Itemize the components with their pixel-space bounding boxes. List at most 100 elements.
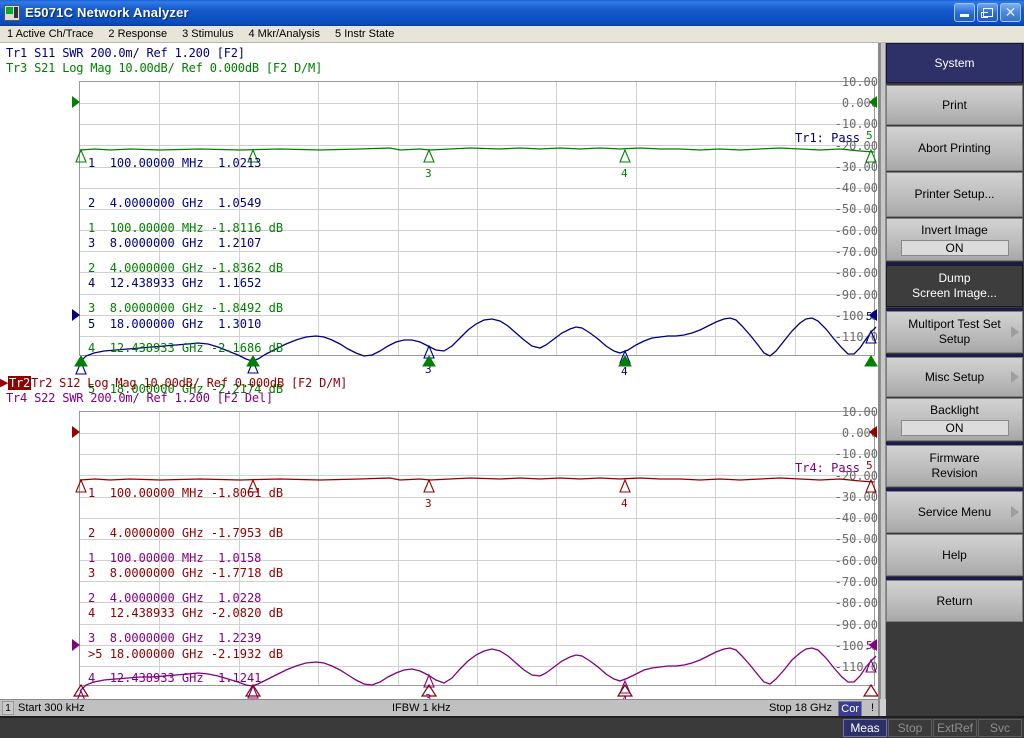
softkey-label-line1: Firmware	[929, 451, 980, 465]
bottom-button-stop[interactable]: Stop	[887, 719, 932, 737]
softkey-label-line1: Dump	[938, 271, 971, 285]
status-ifbw[interactable]: IFBW 1 kHz	[392, 702, 451, 714]
mk-f: 100.00000 MHz	[109, 220, 204, 235]
mk-n: 3	[88, 631, 96, 646]
menu-mkr-analysis[interactable]: 4 Mkr/Analysis	[241, 26, 328, 42]
mk-n: 1	[88, 155, 96, 170]
window-title: E5071C Network Analyzer	[25, 5, 189, 20]
softkey-abort-printing[interactable]: Abort Printing	[886, 126, 1023, 171]
softkey-multiport-test-set-setup[interactable]: Multiport Test Set Setup	[886, 311, 1023, 353]
menu-active-ch-trace[interactable]: 1 Active Ch/Trace	[0, 26, 101, 42]
menu-stimulus[interactable]: 3 Stimulus	[175, 26, 241, 42]
window-titlebar: E5071C Network Analyzer ✕	[0, 0, 1024, 26]
invert-image-toggle[interactable]: ON	[900, 240, 1009, 256]
mk-n: 3	[88, 301, 96, 316]
mk-f: 12.438933 GHz	[109, 671, 204, 686]
softkey-label: Misc Setup	[924, 369, 985, 384]
softkey-label-line1: Multiport Test Set	[908, 317, 1001, 331]
mk-n: 4	[88, 341, 96, 356]
window-controls: ✕	[954, 3, 1021, 22]
mk-v: 1.2239	[218, 631, 262, 646]
mk-v: -1.8116 dB	[210, 220, 284, 235]
mk-f: 12.438933 GHz	[109, 341, 204, 356]
softkey-label-line2: Screen Image...	[912, 286, 997, 300]
mk-v: 1.0158	[218, 550, 262, 565]
softkey-backlight[interactable]: Backlight ON	[886, 398, 1023, 441]
mk-f: 8.0000000 GHz	[109, 631, 204, 646]
svg-text:5: 5	[866, 310, 873, 323]
mk-n: 2	[88, 591, 96, 606]
softkey-misc-setup[interactable]: Misc Setup	[886, 357, 1023, 397]
mk-n: 1	[88, 485, 96, 500]
bottom-bar: Meas Stop ExtRef Svc	[0, 716, 1024, 738]
mk-v: -1.8492 dB	[210, 301, 284, 316]
softkey-label: Print	[942, 97, 967, 112]
softkey-label: Backlight	[930, 403, 979, 417]
softkey-invert-image[interactable]: Invert Image ON	[886, 218, 1023, 261]
svg-text:3: 3	[425, 497, 432, 510]
mk-f: 100.00000 MHz	[109, 155, 204, 170]
bottom-button-extref[interactable]: ExtRef	[932, 719, 977, 737]
softkey-return[interactable]: Return	[886, 580, 1023, 622]
backlight-toggle[interactable]: ON	[900, 420, 1009, 436]
softkey-firmware-revision[interactable]: Firmware Revision	[886, 445, 1023, 487]
status-channel[interactable]: 1	[2, 701, 14, 715]
bottom-bar-buttons: Meas Stop ExtRef Svc	[842, 719, 1022, 737]
chevron-right-icon	[1011, 506, 1019, 518]
softkey-label: Printer Setup...	[914, 187, 995, 201]
mk-v: -2.1686 dB	[210, 341, 284, 356]
svg-text:5: 5	[866, 639, 873, 652]
status-flag: !	[870, 702, 874, 714]
softkey-label-line2: Revision	[931, 466, 978, 480]
softkey-print[interactable]: Print	[886, 85, 1023, 125]
status-start-freq[interactable]: Start 300 kHz	[18, 702, 85, 714]
softkey-label: Help	[942, 547, 967, 562]
softkey-service-menu[interactable]: Service Menu	[886, 491, 1023, 533]
menubar: 1 Active Ch/Trace 2 Response 3 Stimulus …	[0, 26, 1024, 43]
mk-f: 100.00000 MHz	[109, 485, 204, 500]
softkey-panel: System Print Abort Printing Printer Setu…	[886, 43, 1024, 716]
minimize-icon[interactable]	[954, 3, 975, 22]
screen-inner: Tr1 S11 SWR 200.0m/ Ref 1.200 [F2] Tr3 S…	[0, 43, 878, 699]
bottom-button-svc[interactable]: Svc	[978, 719, 1022, 737]
status-stop-freq[interactable]: Stop 18 GHz	[769, 702, 832, 714]
mk-v: 1.0228	[218, 591, 262, 606]
mk-f: 4.0000000 GHz	[109, 591, 204, 606]
mk-f: 100.00000 MHz	[109, 550, 204, 565]
chevron-right-icon	[1011, 326, 1019, 338]
status-cor-badge[interactable]: Cor	[838, 701, 862, 717]
svg-text:5: 5	[866, 129, 873, 142]
mk-f: 8.0000000 GHz	[109, 301, 204, 316]
marker-table-tr4: 1 100.00000 MHz 1.0158 2 4.0000000 GHz 1…	[88, 525, 261, 699]
menu-response[interactable]: 2 Response	[101, 26, 175, 42]
softkey-help[interactable]: Help	[886, 534, 1023, 576]
analyzer-icon	[4, 4, 20, 21]
mk-n: 2	[88, 261, 96, 276]
pass-label-tr4: Tr4: Pass	[795, 461, 861, 475]
svg-text:3: 3	[425, 167, 432, 180]
mk-n: 4	[88, 671, 96, 686]
softkey-label: Service Menu	[917, 504, 992, 519]
svg-text:4: 4	[621, 167, 628, 180]
mk-v: 1.0213	[218, 155, 262, 170]
softkey-printer-setup[interactable]: Printer Setup...	[886, 172, 1023, 217]
softkey-label: Abort Printing	[918, 141, 991, 155]
softkey-title: System	[886, 43, 1023, 83]
channel-2-window[interactable]: ▶ Tr2Tr2 S12 Log Mag 10.00dB/ Ref 0.000d…	[0, 373, 878, 699]
instrument-area: Tr1 S11 SWR 200.0m/ Ref 1.200 [F2] Tr3 S…	[0, 43, 1024, 717]
chevron-right-icon	[1011, 371, 1019, 383]
softkey-dump-screen-image[interactable]: Dump Screen Image...	[886, 265, 1023, 307]
network-analyzer-window: E5071C Network Analyzer ✕ 1 Active Ch/Tr…	[0, 0, 1024, 738]
bottom-button-meas[interactable]: Meas	[842, 719, 887, 737]
channel-1-window[interactable]: Tr1 S11 SWR 200.0m/ Ref 1.200 [F2] Tr3 S…	[0, 43, 878, 395]
measurement-screen: Tr1 S11 SWR 200.0m/ Ref 1.200 [F2] Tr3 S…	[0, 43, 880, 717]
menu-instr-state[interactable]: 5 Instr State	[328, 26, 402, 42]
mk-v: 1.1241	[218, 671, 262, 686]
restore-icon[interactable]	[977, 3, 998, 22]
mk-v: -1.8362 dB	[210, 261, 284, 276]
status-bar: 1 Start 300 kHz IFBW 1 kHz Stop 18 GHz C…	[0, 699, 878, 717]
pass-label-tr1: Tr1: Pass	[795, 131, 861, 145]
mk-n: 1	[88, 220, 96, 235]
softkey-label: Return	[936, 593, 973, 608]
close-icon[interactable]: ✕	[1000, 3, 1021, 22]
